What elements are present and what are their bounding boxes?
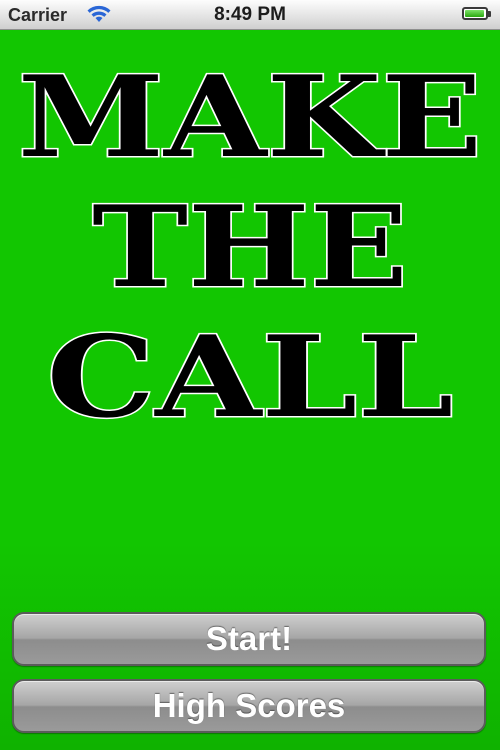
title-line-make: MAKE xyxy=(16,52,484,183)
start-button[interactable]: Start! xyxy=(12,612,486,666)
title-line-call: CALL xyxy=(45,312,456,443)
title-line-the: THE xyxy=(90,182,409,313)
high-scores-button[interactable]: High Scores xyxy=(12,679,486,733)
battery-icon xyxy=(462,7,488,20)
status-bar: Carrier 8:49 PM xyxy=(0,0,500,30)
battery-level-fill xyxy=(465,10,484,17)
status-time: 8:49 PM xyxy=(214,4,286,25)
app-screen: Carrier 8:49 PM MAKE THE CALL Start! Hig… xyxy=(0,0,500,750)
battery-nub xyxy=(488,11,491,17)
